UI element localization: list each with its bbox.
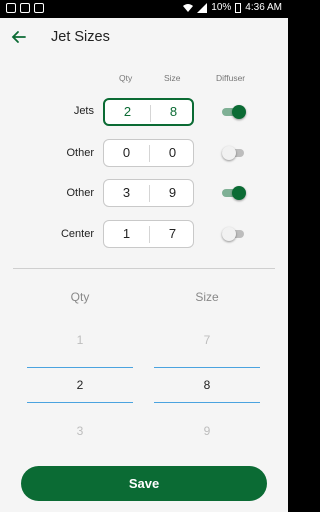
qty-value: 0 <box>122 145 131 160</box>
qty-picker-line-top <box>27 367 133 368</box>
column-size-header: Size <box>164 73 181 83</box>
size-value: 0 <box>168 145 177 160</box>
qty-picker-current[interactable]: 2 <box>27 378 133 392</box>
status-bar: 10% 4:36 AM <box>0 0 288 18</box>
toggle-knob <box>222 146 236 160</box>
diffuser-toggle-center[interactable] <box>222 227 246 241</box>
size-picker-next[interactable]: 9 <box>154 424 260 438</box>
size-value: 9 <box>168 185 177 200</box>
jet-size-pair-jets[interactable]: 2 8 <box>103 98 194 126</box>
qty-value: 2 <box>123 104 132 119</box>
size-picker-prev[interactable]: 7 <box>154 333 260 347</box>
signal-icon <box>197 2 208 13</box>
image-icon <box>20 3 30 13</box>
size-picker-line-top <box>154 367 260 368</box>
qty-value: 1 <box>122 226 131 241</box>
top-bar: Jet Sizes <box>0 18 288 56</box>
jet-size-pair-center[interactable]: 1 7 <box>103 220 194 248</box>
row-label-other-2: Other <box>66 187 94 199</box>
jet-size-pair-other-2[interactable]: 3 9 <box>103 179 194 207</box>
jet-size-pair-other-1[interactable]: 0 0 <box>103 139 194 167</box>
column-diffuser-header: Diffuser <box>216 73 246 83</box>
notification-icons <box>6 3 44 13</box>
battery-icon <box>235 2 242 13</box>
qty-value: 3 <box>122 185 131 200</box>
system-icons: 10% 4:36 AM <box>183 2 282 13</box>
toggle-knob <box>232 105 246 119</box>
section-divider <box>13 268 275 269</box>
size-picker-current[interactable]: 8 <box>154 378 260 392</box>
battery-percent: 10% <box>211 2 232 13</box>
row-label-other-1: Other <box>66 147 94 159</box>
qty-picker-line-bottom <box>27 402 133 403</box>
qty-picker-header: Qty <box>70 290 90 304</box>
row-label-center: Center <box>60 228 94 240</box>
qty-picker-next[interactable]: 3 <box>27 424 133 438</box>
size-picker-header: Size <box>195 290 219 304</box>
page-title: Jet Sizes <box>51 29 110 45</box>
column-qty-header: Qty <box>119 73 133 83</box>
clock: 4:36 AM <box>245 2 282 13</box>
size-picker-line-bottom <box>154 402 260 403</box>
toggle-knob <box>232 186 246 200</box>
wifi-icon <box>183 3 194 12</box>
save-button[interactable]: Save <box>21 466 267 501</box>
toggle-knob <box>222 227 236 241</box>
diffuser-toggle-jets[interactable] <box>222 105 246 119</box>
qty-picker-prev[interactable]: 1 <box>27 333 133 347</box>
notification-icon <box>6 3 16 13</box>
app-screen: Jet Sizes Qty Size Diffuser Jets 2 8 Oth… <box>0 18 288 512</box>
diffuser-toggle-other-2[interactable] <box>222 186 246 200</box>
row-label-jets: Jets <box>73 105 94 117</box>
size-value: 7 <box>168 226 177 241</box>
shield-icon <box>34 3 44 13</box>
arrow-back-icon[interactable] <box>10 28 28 46</box>
diffuser-toggle-other-1[interactable] <box>222 146 246 160</box>
size-value: 8 <box>169 104 178 119</box>
